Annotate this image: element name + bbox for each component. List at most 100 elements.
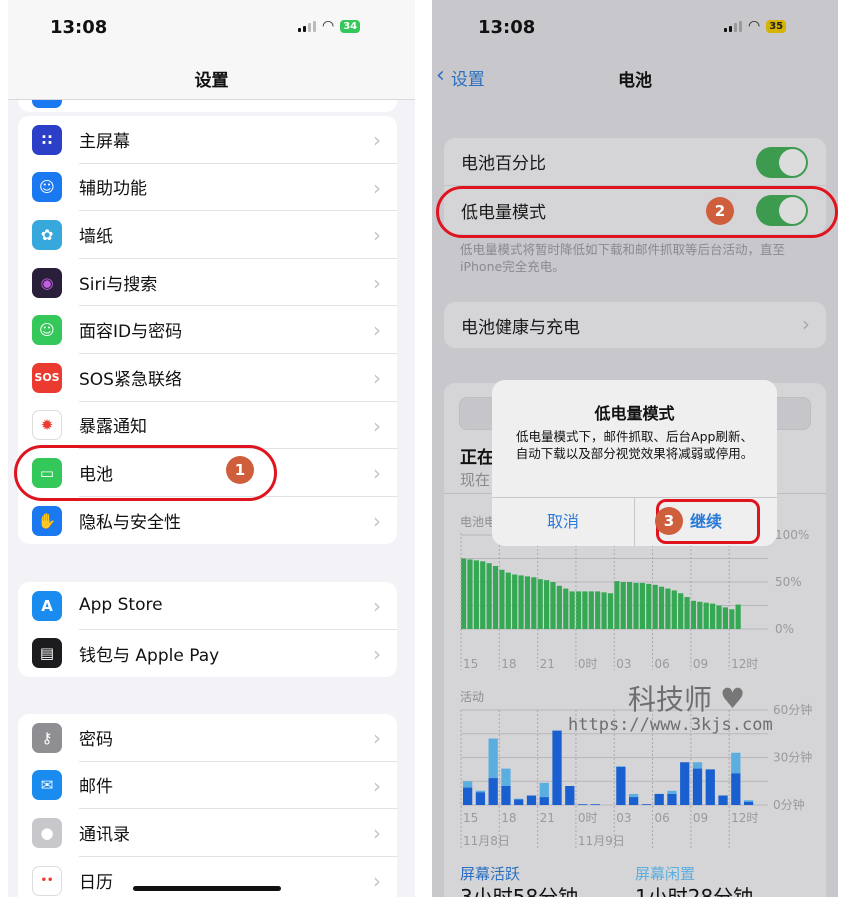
settings-row-label: Siri与搜索 [79,259,397,307]
accessibility-icon: ☺ [32,172,62,203]
y-tick-label: 0% [775,622,794,636]
active-bar [501,786,511,805]
chevron-right-icon: › [373,413,381,438]
active-bar [743,801,754,805]
chevron-right-icon: › [373,270,381,295]
settings-row[interactable]: SOS SOS紧急联络 › [18,354,397,402]
chevron-right-icon: › [373,175,381,200]
battery-bar [607,593,614,629]
idle-bar [463,781,473,788]
x-tick-label: 0时 [578,657,598,671]
active-bar [641,804,652,805]
watermark-url: https://www.3kjs.com [568,715,773,735]
battery-bar [588,591,594,629]
battery-bar [544,580,550,629]
battery-bar [690,600,697,629]
battery-bar [678,593,684,629]
settings-row[interactable]: ☺ 辅助功能 › [18,164,397,212]
mail-icon: ✉ [32,770,62,801]
idle-bar [667,790,677,794]
chevron-right-icon: › [373,508,381,533]
settings-row[interactable]: ✉ 邮件 › [18,762,397,810]
chevron-right-icon: › [373,773,381,798]
chevron-right-icon: › [373,318,381,343]
x-tick-label: 03 [616,811,631,825]
settings-row-label: SOS紧急联络 [79,354,397,402]
active-bar [463,787,473,805]
active-bar [680,762,690,805]
battery-bar [537,579,543,629]
chevron-right-icon: › [373,641,381,666]
idle-bar [692,762,703,769]
battery-bar [722,607,728,629]
battery-bar [601,592,607,629]
active-bar [552,730,562,805]
watermark-text: 科技师 [628,683,713,716]
settings-row-label: 暴露通知 [79,402,397,450]
alert-title: 低电量模式 [594,404,675,423]
idle-bar [514,798,524,800]
nav-header: 13:08 ◠ 34 设置 [8,0,415,100]
active-bar [616,767,626,805]
settings-row-label: 密码 [79,714,397,762]
active-bar [705,769,715,805]
battery-bar [710,603,716,629]
battery-bar [735,604,741,629]
active-bar [514,799,524,805]
settings-row[interactable]: A App Store › [18,582,397,630]
battery-bar [595,591,601,629]
x-tick-label: 09 [693,811,708,825]
battery-bar [652,584,658,629]
battery-bar [531,577,537,629]
battery-bar [684,597,690,629]
x-tick-label: 12时 [731,657,758,671]
battery-bar [486,563,492,629]
y-tick-label: 60分钟 [773,702,812,717]
active-bar [692,768,703,805]
settings-row[interactable]: ☺ 面容ID与密码 › [18,306,397,354]
battery-bar [512,574,518,629]
battery-bar [518,575,524,629]
wallpaper-icon: ✿ [32,219,62,250]
battery-bar [556,585,562,629]
settings-row-label: 辅助功能 [79,164,397,212]
x-tick-label: 18 [501,657,516,671]
settings-row[interactable]: ▤ 钱包与 Apple Pay › [18,630,397,678]
settings-row-label: 隐私与安全性 [79,513,181,534]
active-bar [718,795,728,805]
idle-bar [501,768,511,786]
settings-row-label: 邮件 [79,762,397,810]
idle-bar [629,793,639,798]
x-tick-label: 09 [693,657,708,671]
x-tick-label: 15 [463,811,478,825]
calendar-icon: •• [32,865,62,896]
battery-bar [627,582,633,629]
settings-row-label: 面容ID与密码 [79,306,397,354]
cancel-button[interactable]: 取消 [492,498,634,546]
battery-bar [505,572,511,629]
chevron-right-icon: › [373,365,381,390]
battery-bar [614,581,620,629]
chevron-right-icon: › [373,726,381,750]
settings-row[interactable]: ⚷ 密码 › [18,714,397,762]
active-bar [539,797,549,805]
battery-bar [697,601,703,629]
battery-bar [575,591,582,629]
battery-bar [461,558,467,629]
active-bar [654,793,664,805]
face-id-icon: ☺ [32,315,62,346]
settings-row[interactable]: ✋ 隐私与安全性 › [18,497,397,545]
chevron-right-icon: › [373,461,381,486]
settings-row[interactable]: ✿ 墙纸 › [18,211,397,259]
settings-row[interactable]: ◉ Siri与搜索 › [18,259,397,307]
battery-bar [569,591,575,629]
active-bar [731,773,741,805]
idle-bar [488,738,498,779]
settings-row[interactable]: ✹ 暴露通知 › [18,402,397,450]
settings-row[interactable]: ● 通讯录 › [18,809,397,857]
x-tick-label: 15 [463,657,478,671]
settings-row-label: App Store [79,582,397,630]
battery-bar [550,582,556,629]
active-bar [526,795,537,805]
settings-row[interactable]: ∷ 主屏幕 › [18,116,397,164]
